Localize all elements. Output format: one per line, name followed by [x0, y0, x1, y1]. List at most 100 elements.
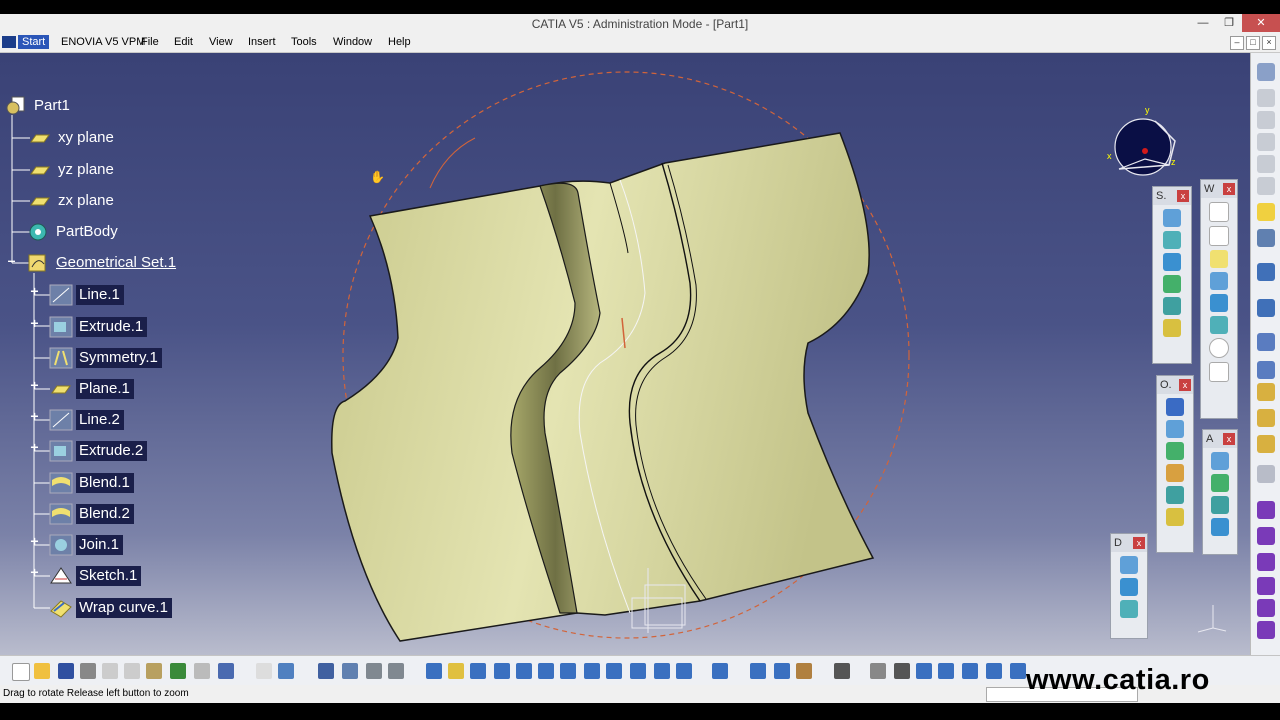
tool-icon[interactable]: [1257, 111, 1275, 129]
menu-insert[interactable]: Insert: [248, 36, 276, 48]
spline-tool-icon[interactable]: [1209, 362, 1229, 382]
menu-help[interactable]: Help: [388, 36, 411, 48]
wrap-surface[interactable]: [331, 132, 875, 642]
tool-icon[interactable]: [1257, 89, 1275, 107]
tool-icon[interactable]: [388, 663, 404, 679]
whats-this-icon[interactable]: [218, 663, 234, 679]
mdi-restore-button[interactable]: □: [1246, 36, 1260, 50]
tool-icon[interactable]: [1257, 553, 1275, 571]
wrap-curve-tool-icon[interactable]: [1211, 474, 1229, 492]
tool-icon[interactable]: [1257, 133, 1275, 151]
tree-item-line-2[interactable]: Line.2: [49, 409, 124, 431]
print-icon[interactable]: [80, 663, 96, 679]
tool-icon[interactable]: [1257, 263, 1275, 281]
tool-icon[interactable]: [676, 663, 692, 679]
hide-show-icon[interactable]: [630, 663, 646, 679]
zoom-out-icon[interactable]: [538, 663, 554, 679]
develop-tool-icon[interactable]: [1120, 556, 1138, 574]
expand-icon[interactable]: +: [29, 284, 40, 298]
toolbar-close-button[interactable]: x: [1223, 183, 1235, 195]
intersection-tool-icon[interactable]: [1210, 294, 1228, 312]
paste-icon[interactable]: [146, 663, 162, 679]
transfer-tool-icon[interactable]: [1120, 600, 1138, 618]
menu-edit[interactable]: Edit: [174, 36, 193, 48]
tool-icon[interactable]: [1257, 361, 1275, 379]
expand-icon[interactable]: +: [29, 534, 40, 548]
menu-view[interactable]: View: [209, 36, 233, 48]
tree-item-extrude-1[interactable]: Extrude.1: [49, 316, 148, 338]
redo-icon[interactable]: [194, 663, 210, 679]
tree-item-geometrical-set[interactable]: Geometrical Set.1: [26, 252, 180, 274]
fillet-tool-icon[interactable]: [1166, 464, 1184, 482]
tool-icon[interactable]: [1257, 333, 1275, 351]
3d-viewport[interactable]: ✋ y x z Part1 xy plane yz plane zx plane…: [0, 53, 1250, 655]
revolve-tool-icon[interactable]: [1163, 231, 1181, 249]
tree-item-plane-1[interactable]: Plane.1: [49, 378, 134, 400]
tool-icon[interactable]: [1257, 577, 1275, 595]
tree-root-part1[interactable]: Part1: [4, 95, 74, 117]
expand-icon[interactable]: +: [29, 440, 40, 454]
tree-item-yz-plane[interactable]: yz plane: [28, 159, 118, 181]
swap-space-icon[interactable]: [654, 663, 670, 679]
plane-tool-icon[interactable]: [1210, 250, 1228, 268]
catia-logo-icon[interactable]: [2, 36, 16, 48]
extract-tool-icon[interactable]: [1166, 442, 1184, 460]
maximize-button[interactable]: ❐: [1216, 14, 1242, 32]
tree-item-wrap-curve-1[interactable]: Wrap curve.1: [49, 597, 172, 619]
toolbar-close-button[interactable]: x: [1223, 433, 1235, 445]
menu-start[interactable]: Start: [18, 35, 50, 49]
zoom-in-icon[interactable]: [516, 663, 532, 679]
join-tool-icon[interactable]: [1166, 398, 1184, 416]
tree-item-blend-1[interactable]: Blend.1: [49, 472, 134, 494]
line-tool-icon[interactable]: [1209, 226, 1229, 246]
tree-item-partbody[interactable]: PartBody: [26, 221, 122, 243]
tree-item-xy-plane[interactable]: xy plane: [28, 127, 118, 149]
blend-tool-icon[interactable]: [1163, 319, 1181, 337]
tree-item-symmetry-1[interactable]: Symmetry.1: [49, 347, 162, 369]
split-tool-icon[interactable]: [1166, 420, 1184, 438]
close-button[interactable]: ✕: [1242, 14, 1280, 32]
tree-item-extrude-2[interactable]: Extrude.2: [49, 440, 148, 462]
extrapolate-tool-icon[interactable]: [1166, 508, 1184, 526]
grid-icon[interactable]: [962, 663, 978, 679]
tool-icon[interactable]: [1257, 435, 1275, 453]
formula-icon[interactable]: [256, 663, 272, 679]
mdi-close-button[interactable]: ×: [1262, 36, 1276, 50]
open-icon[interactable]: [34, 663, 50, 679]
pan-icon[interactable]: [470, 663, 486, 679]
menu-file[interactable]: File: [141, 36, 159, 48]
offset-tool-icon[interactable]: [1210, 316, 1228, 334]
compass-icon[interactable]: y x z: [1105, 103, 1185, 183]
expand-icon[interactable]: +: [29, 316, 40, 330]
shading-icon[interactable]: [606, 663, 622, 679]
tree-item-zx-plane[interactable]: zx plane: [28, 190, 118, 212]
extrude-tool-icon[interactable]: [1163, 209, 1181, 227]
expand-icon[interactable]: +: [29, 378, 40, 392]
fill-tool-icon[interactable]: [1163, 275, 1181, 293]
menu-window[interactable]: Window: [333, 36, 372, 48]
bump-tool-icon[interactable]: [1211, 452, 1229, 470]
shape-morphing-tool-icon[interactable]: [1211, 518, 1229, 536]
tool-icon[interactable]: [796, 663, 812, 679]
menu-tools[interactable]: Tools: [291, 36, 317, 48]
save-icon[interactable]: [58, 663, 74, 679]
projection-tool-icon[interactable]: [1210, 272, 1228, 290]
tool-icon[interactable]: [1257, 229, 1275, 247]
update-icon[interactable]: [712, 663, 728, 679]
tool-icon[interactable]: [750, 663, 766, 679]
knowledge-icon[interactable]: [278, 663, 294, 679]
cut-icon[interactable]: [102, 663, 118, 679]
tool-icon[interactable]: [1257, 177, 1275, 195]
tool-icon[interactable]: [1257, 501, 1275, 519]
tool-icon[interactable]: [1257, 599, 1275, 617]
undo-icon[interactable]: [170, 663, 186, 679]
tool-icon[interactable]: [774, 663, 790, 679]
fit-all-icon[interactable]: [448, 663, 464, 679]
tool-icon[interactable]: [986, 663, 1002, 679]
unfold-tool-icon[interactable]: [1120, 578, 1138, 596]
tree-item-line-1[interactable]: Line.1: [49, 284, 124, 306]
circle-tool-icon[interactable]: [1209, 338, 1229, 358]
tool-icon[interactable]: [870, 663, 886, 679]
tool-icon[interactable]: [1010, 663, 1026, 679]
tool-icon[interactable]: [938, 663, 954, 679]
